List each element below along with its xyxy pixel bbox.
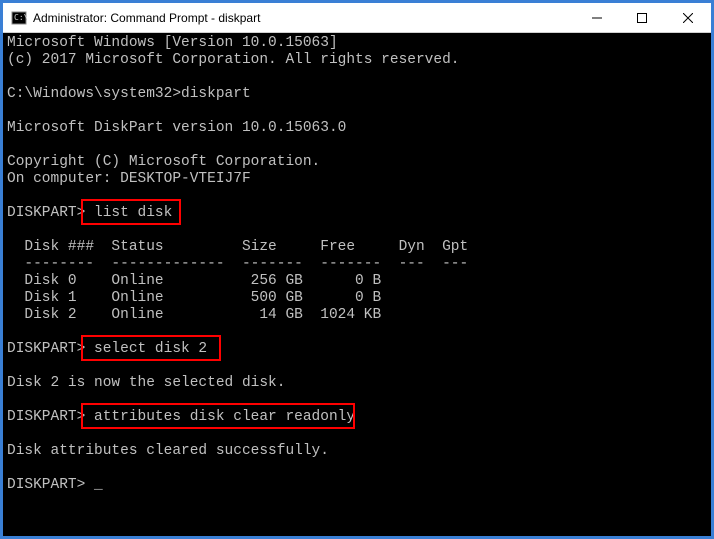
close-button[interactable]: [664, 3, 711, 32]
disk-table-header: Disk ### Status Size Free Dyn Gpt: [7, 239, 468, 255]
cmd-icon: C:\: [11, 10, 27, 26]
command-select-disk: select disk 2: [94, 341, 207, 357]
diskpart-prompt: DISKPART>: [7, 205, 94, 221]
command-attributes: attributes disk clear readonly: [94, 409, 355, 425]
command-prompt-window: C:\ Administrator: Command Prompt - disk…: [3, 3, 711, 536]
diskpart-prompt: DISKPART>: [7, 341, 94, 357]
disk-row: Disk 1 Online 500 GB 0 B: [7, 290, 381, 306]
command-list-disk: list disk: [94, 205, 172, 221]
output-line: Disk attributes cleared successfully.: [7, 443, 329, 459]
output-line: C:\Windows\system32>diskpart: [7, 86, 251, 102]
disk-row: Disk 0 Online 256 GB 0 B: [7, 273, 381, 289]
diskpart-prompt: DISKPART>: [7, 477, 94, 493]
output-line: On computer: DESKTOP-VTEIJ7F: [7, 171, 251, 187]
terminal-output[interactable]: Microsoft Windows [Version 10.0.15063] (…: [3, 33, 711, 536]
titlebar[interactable]: C:\ Administrator: Command Prompt - disk…: [3, 3, 711, 33]
svg-text:C:\: C:\: [14, 13, 27, 22]
disk-row: Disk 2 Online 14 GB 1024 KB: [7, 307, 381, 323]
caret-cursor: _: [94, 477, 103, 493]
output-line: Microsoft DiskPart version 10.0.15063.0: [7, 120, 346, 136]
output-line: (c) 2017 Microsoft Corporation. All righ…: [7, 52, 459, 68]
output-line: Microsoft Windows [Version 10.0.15063]: [7, 35, 338, 51]
window-title: Administrator: Command Prompt - diskpart: [33, 11, 574, 25]
disk-table-divider: -------- ------------- ------- ------- -…: [7, 256, 468, 272]
maximize-button[interactable]: [619, 3, 664, 32]
output-line: Copyright (C) Microsoft Corporation.: [7, 154, 320, 170]
diskpart-prompt: DISKPART>: [7, 409, 94, 425]
output-line: Disk 2 is now the selected disk.: [7, 375, 285, 391]
minimize-button[interactable]: [574, 3, 619, 32]
window-controls: [574, 3, 711, 32]
